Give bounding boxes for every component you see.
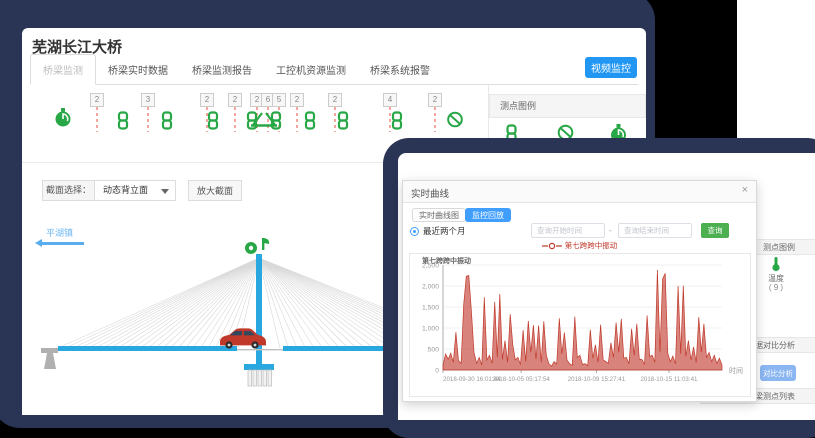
sensor-count-badge: 2	[290, 93, 304, 107]
svg-text:1,000: 1,000	[422, 326, 439, 333]
svg-text:2018-10-09 15:27:41: 2018-10-09 15:27:41	[568, 376, 626, 383]
svg-text:2018-10-15 11:03:41: 2018-10-15 11:03:41	[640, 376, 698, 383]
tab-2[interactable]: 桥梁监测报告	[180, 55, 264, 84]
svg-text:500: 500	[428, 347, 440, 354]
sensor-marker-line	[97, 107, 98, 132]
abutment-pier	[44, 353, 56, 369]
tab-bar: 桥梁监测桥梁实时数据桥梁监测报告工控机资源监测桥梁系统报警	[30, 57, 638, 85]
chart-container: 第七跨跨中振动 05001,0001,5002,0002,5002018-09-…	[409, 253, 751, 397]
tab-0[interactable]: 桥梁监测	[30, 54, 96, 85]
page-canvas: { "colors": { "navy":"#2a3454", "accent_…	[0, 0, 815, 420]
bridge-tower	[256, 254, 262, 370]
sensor-marker-line	[148, 107, 149, 132]
last-two-months-radio[interactable]: 最近两个月	[410, 225, 466, 237]
legend-label: 第七跨跨中振动	[565, 240, 618, 251]
modal-header	[403, 181, 756, 203]
sensor-marker-line	[435, 107, 436, 132]
video-monitor-button[interactable]: 视频监控	[585, 57, 637, 78]
sensor-count-badge: 4	[383, 93, 397, 107]
pier-piles	[248, 370, 272, 386]
chart-legend[interactable]: 第七跨跨中振动	[403, 240, 756, 251]
tab-4[interactable]: 桥梁系统报警	[358, 55, 442, 84]
ban-icon[interactable]	[447, 111, 464, 133]
tab-monitor-playback[interactable]: 监控回放	[465, 208, 511, 222]
background-panel	[737, 0, 815, 140]
link-icon[interactable]	[391, 111, 404, 135]
svg-text:时间: 时间	[729, 366, 743, 375]
svg-text:2,000: 2,000	[422, 284, 439, 291]
legend-panel-header: 测点图例	[489, 94, 646, 118]
stopwatch-icon[interactable]	[55, 108, 72, 133]
vibration-chart: 05001,0001,5002,0002,5002018-09-30 16:01…	[410, 254, 750, 396]
zoom-section-button[interactable]: 放大截面	[188, 180, 242, 201]
chevron-down-icon	[161, 189, 169, 194]
legend-marker-icon	[542, 242, 562, 250]
bridge-deck-left	[58, 346, 237, 351]
sensor-count-badge: 3	[141, 93, 155, 107]
bridge-deck-joint	[237, 349, 283, 350]
anemometer-icon	[245, 238, 269, 254]
sensor-count-badge: 2	[428, 93, 442, 107]
svg-text:1,500: 1,500	[422, 305, 439, 312]
sensor-count-badge: 2	[228, 93, 242, 107]
svg-text:0: 0	[435, 368, 439, 375]
sensor-marker-line	[297, 107, 298, 132]
chart-title: 第七跨跨中振动	[422, 256, 471, 266]
modal-title: 实时曲线	[411, 186, 449, 200]
link-icon[interactable]	[117, 111, 130, 135]
query-button[interactable]: 查询	[701, 223, 729, 238]
close-icon[interactable]: ×	[742, 184, 748, 196]
sensor-count-badge: 5	[272, 93, 286, 107]
link-icon[interactable]	[161, 111, 174, 135]
link-icon[interactable]	[337, 111, 350, 135]
tab-3[interactable]: 工控机资源监测	[264, 55, 358, 84]
section-select-value: 动态背立面	[103, 185, 148, 195]
svg-text:2018-10-05 05:17:54: 2018-10-05 05:17:54	[492, 376, 550, 383]
link-icon[interactable]	[270, 111, 283, 135]
abutment-cap	[41, 348, 58, 353]
link-icon[interactable]	[304, 111, 317, 135]
range-separator: -	[609, 226, 612, 235]
sensor-count-badge: 2	[328, 93, 342, 107]
pier-cap	[244, 364, 274, 370]
realtime-curve-modal: 实时曲线 × 实时曲线图 监控回放 最近两个月 - 查询 第七跨跨中振动 第七跨…	[402, 180, 757, 402]
compare-analysis-button[interactable]: 对比分析	[760, 365, 796, 381]
radio-selected-icon	[410, 227, 419, 236]
radio-label: 最近两个月	[423, 225, 466, 237]
temperature-count: ( 9 )	[756, 283, 796, 292]
tab-realtime-curve[interactable]: 实时曲线图	[412, 208, 466, 222]
sensor-marker-line	[235, 107, 236, 132]
thermometer-icon	[770, 256, 782, 272]
query-end-time-input[interactable]	[618, 223, 692, 238]
section-select-dropdown[interactable]: 动态背立面	[94, 180, 176, 201]
sensor-count-badge: 2	[200, 93, 214, 107]
section-select-label: 截面选择：	[42, 180, 94, 201]
sensor-count-badge: 2	[90, 93, 104, 107]
sensor-marker-line	[335, 107, 336, 132]
query-start-time-input[interactable]	[531, 223, 605, 238]
tab-1[interactable]: 桥梁实时数据	[96, 55, 180, 84]
link-icon[interactable]	[207, 111, 220, 135]
